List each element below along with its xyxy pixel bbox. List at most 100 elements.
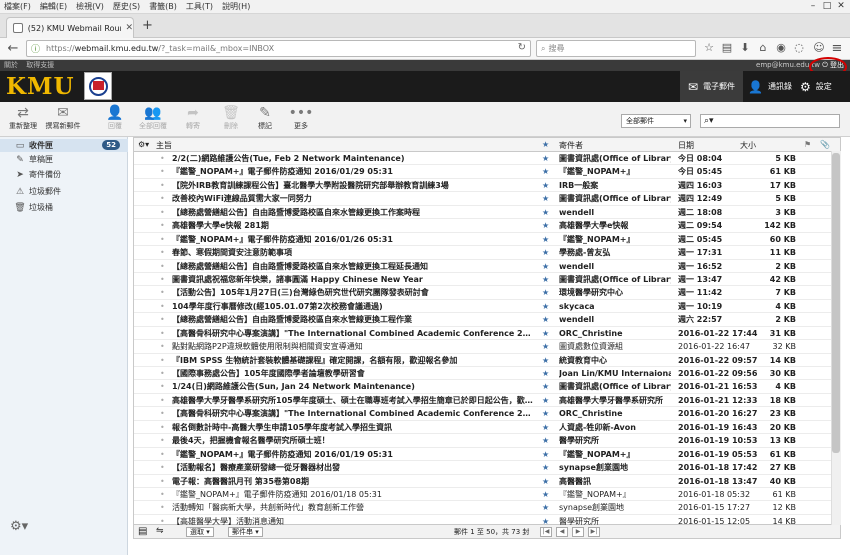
table-row[interactable]: • 活動轉知「醫病新大學，共創新時代」教育創新工作營 ★ synapse創業園地 201…: [134, 501, 840, 515]
flag-star-icon[interactable]: ★: [542, 286, 549, 299]
flag-star-icon[interactable]: ★: [542, 380, 549, 393]
flag-star-icon[interactable]: ★: [542, 313, 549, 326]
table-row[interactable]: • 【總務處營繕組公告】自由路暨博愛路校區自來水管線更換工程作業 ★ wendell 週…: [134, 313, 840, 327]
close-window-icon[interactable]: ✕: [834, 1, 848, 13]
flag-star-icon[interactable]: ★: [542, 165, 549, 178]
flag-star-icon[interactable]: ★: [542, 354, 549, 367]
flag-star-icon[interactable]: ★: [542, 219, 549, 232]
flag-star-icon[interactable]: ★: [542, 394, 549, 407]
col-attachment-icon[interactable]: 📎: [820, 140, 830, 149]
download-icon[interactable]: ⬇: [738, 41, 752, 54]
folder-settings-gear-icon[interactable]: ⚙▾: [10, 519, 28, 534]
table-row[interactable]: • 『鑑警_NOPAM+』電子郵件防疫通知 2016/01/26 05:31 ★ 『鑑…: [134, 233, 840, 247]
flag-star-icon[interactable]: ★: [542, 300, 549, 313]
table-row[interactable]: • 『鑑警_NOPAM+』電子郵件防疫通知 2016/01/19 05:31 ★ 『鑑…: [134, 448, 840, 462]
support-link[interactable]: 取得支援: [26, 61, 54, 69]
table-row[interactable]: • 點對點網路P2P違規軟體使用限制與相關資安宣導通知 ★ 圖資處數位資源組 2016-…: [134, 340, 840, 354]
about-link[interactable]: 關於: [4, 61, 18, 69]
flag-star-icon[interactable]: ★: [542, 421, 549, 434]
flag-star-icon[interactable]: ★: [542, 434, 549, 447]
table-row[interactable]: • 高雄醫學大學牙醫學系研究所105學年度碩士、碩士在職專班考試入學招生簡章已於即…: [134, 394, 840, 408]
table-row[interactable]: • 【活動報名】醫療產業研發總一從牙醫器材出發 ★ synapse創業園地 2016-0…: [134, 461, 840, 475]
reply-all-button[interactable]: 👥 全部回覆: [132, 104, 174, 136]
flag-star-icon[interactable]: ★: [542, 340, 549, 353]
reload-icon[interactable]: ↻: [518, 42, 526, 53]
table-row[interactable]: • 【院外IRB教育訓練課程公告】臺北醫學大學附設醫院研究部舉辦教育訓練3場 ★ IR…: [134, 179, 840, 193]
col-date-header[interactable]: 日期: [678, 140, 694, 151]
preview-toggle-icon[interactable]: ⇋: [156, 526, 164, 536]
table-row[interactable]: • 高雄醫學大學e快報 281期 ★ 高雄醫學大學e快報 週二 09:54 142 KB: [134, 219, 840, 233]
table-row[interactable]: • 電子報：高醫醫訊月刊 第35卷第08期 ★ 高醫醫訊 2016-01-18 13:4…: [134, 475, 840, 488]
flag-star-icon[interactable]: ★: [542, 273, 549, 286]
menu-edit[interactable]: 編輯(E): [40, 1, 67, 12]
table-row[interactable]: • 『IBM SPSS 生物統計套裝軟體基礎課程』確定開課，名額有限，歡迎報名參加…: [134, 354, 840, 367]
minimize-icon[interactable]: –: [806, 1, 820, 13]
flag-star-icon[interactable]: ★: [542, 448, 549, 461]
new-tab-icon[interactable]: +: [142, 18, 153, 33]
table-row[interactable]: • 【活動公告】105年1月27日(三)台灣綠色研究世代研究團隊發表研討會 ★ 環境醫…: [134, 286, 840, 300]
table-row[interactable]: • 春節、寒假期間資安注意防範事項 ★ 學務處-曾友弘 週一 17:31 11 KB: [134, 246, 840, 260]
pocket-icon[interactable]: ◉: [774, 41, 788, 54]
flag-star-icon[interactable]: ★: [542, 367, 549, 380]
folder-sent[interactable]: ➤ 寄件備份: [0, 168, 128, 181]
table-row[interactable]: • 104學年度行事曆修改(經105.01.07第2次校務會議通過) ★ skycac…: [134, 300, 840, 314]
thread-menu-button[interactable]: 郵件串 ▾: [228, 527, 263, 537]
list-options-icon[interactable]: ⚙▾: [138, 140, 149, 149]
nav-settings[interactable]: ⚙ 設定: [792, 71, 840, 102]
flag-star-icon[interactable]: ★: [542, 501, 549, 514]
menu-view[interactable]: 檢視(V): [76, 1, 104, 12]
bookmark-star-icon[interactable]: ☆: [702, 41, 716, 54]
folder-junk[interactable]: ⚠ 垃圾郵件: [0, 185, 128, 198]
table-row[interactable]: • 2/2(二)網路維護公告(Tue, Feb 2 Network Mainten…: [134, 152, 840, 166]
flag-star-icon[interactable]: ★: [542, 233, 549, 246]
flag-star-icon[interactable]: ★: [542, 246, 549, 259]
folder-inbox[interactable]: ▭ 收件匣 52: [0, 139, 128, 152]
flag-star-icon[interactable]: ★: [542, 327, 549, 340]
table-row[interactable]: • 【總務處營繕組公告】自由路暨博愛路校區自來水管線更換工程延長通知 ★ wendel…: [134, 260, 840, 273]
table-row[interactable]: • 【國際事務處公告】105年度國際學者論壇教學研習會 ★ Joan Lin/KMU …: [134, 367, 840, 381]
prev-page-icon[interactable]: ◀: [556, 527, 568, 537]
more-button[interactable]: ••• 更多: [280, 104, 322, 136]
col-status-flag-icon[interactable]: ⚑: [804, 140, 811, 149]
menu-file[interactable]: 檔案(F): [4, 1, 31, 12]
back-icon[interactable]: ←: [4, 40, 22, 58]
close-tab-icon[interactable]: ✕: [125, 23, 133, 33]
url-bar[interactable]: ⓘ https://webmail.kmu.edu.tw/?_task=mail…: [26, 40, 531, 57]
next-page-icon[interactable]: ▶: [572, 527, 584, 537]
menu-history[interactable]: 歷史(S): [113, 1, 140, 12]
flag-star-icon[interactable]: ★: [542, 488, 549, 501]
nav-mail[interactable]: ✉ 電子郵件: [680, 71, 744, 102]
flag-star-icon[interactable]: ★: [542, 260, 549, 273]
browser-search-input[interactable]: ⌕ 搜尋: [536, 40, 696, 57]
extension-icon[interactable]: ☺: [812, 41, 826, 54]
table-row[interactable]: • 1/24(日)網路維護公告(Sun, Jan 24 Network Maint…: [134, 380, 840, 394]
flag-star-icon[interactable]: ★: [542, 206, 549, 219]
flag-star-icon[interactable]: ★: [542, 475, 549, 488]
folder-trash[interactable]: 🗑 垃圾桶: [0, 201, 128, 214]
hamburger-menu-icon[interactable]: ≡: [830, 41, 844, 56]
table-row[interactable]: • 【總務處營繕組公告】自由路暨博愛路校區自來水管線更換工作案時程 ★ wendell…: [134, 206, 840, 220]
filter-select[interactable]: 全部郵件 ▾: [621, 114, 691, 128]
list-mode-icon[interactable]: ▤: [138, 526, 147, 537]
menu-bookmarks[interactable]: 書籤(B): [149, 1, 177, 12]
compose-button[interactable]: ✉ 撰寫新郵件: [42, 104, 84, 136]
col-flag-star-icon[interactable]: ★: [542, 140, 549, 149]
list-scrollbar-thumb[interactable]: [832, 153, 840, 453]
col-size-header[interactable]: 大小: [740, 140, 756, 151]
table-row[interactable]: • 【高醫骨科研究中心專案演講】"The International Combin…: [134, 407, 840, 421]
table-row[interactable]: • 【高醫骨科研究中心專案演講】"The International Combin…: [134, 327, 840, 341]
flag-star-icon[interactable]: ★: [542, 461, 549, 474]
col-subject-header[interactable]: 主旨: [156, 140, 172, 151]
maximize-icon[interactable]: □: [820, 1, 834, 13]
chat-icon[interactable]: ◌: [792, 41, 806, 54]
first-page-icon[interactable]: |◀: [540, 527, 552, 537]
menu-help[interactable]: 說明(H): [222, 1, 250, 12]
refresh-button[interactable]: ⇄ 重新整理: [2, 104, 44, 136]
flag-star-icon[interactable]: ★: [542, 407, 549, 420]
menu-tools[interactable]: 工具(T): [186, 1, 213, 12]
flag-star-icon[interactable]: ★: [542, 152, 549, 165]
browser-tab[interactable]: (52) KMU Webmail Roundc... ✕: [6, 17, 134, 38]
forward-button[interactable]: ➦ 轉寄: [172, 104, 214, 136]
flag-star-icon[interactable]: ★: [542, 192, 549, 205]
mail-search-input[interactable]: ⌕▾: [700, 114, 840, 128]
